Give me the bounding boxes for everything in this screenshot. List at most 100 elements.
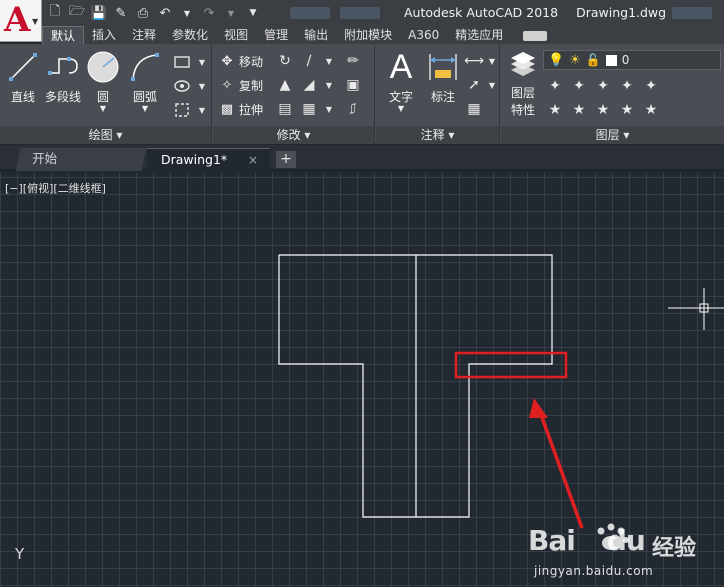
tab-a360[interactable]: A360 [400,26,447,44]
layer-unisolate-icon[interactable]: ★ [569,100,589,120]
layer-properties-button[interactable]: 图层 特性 [503,50,543,118]
polyline-tool-button[interactable]: 多段线 [42,50,84,105]
copy-tool-label: 复制 [239,78,264,93]
chevron-down-icon[interactable]: ▼ [380,105,422,113]
ribbon: 直线 多段线 圆 ▼ 圆弧 ▼ ▼ ▼ ▼ 绘图 ▾ ✥ 移动 ✧ 复制 ▩ 拉… [0,44,724,144]
title-bar: 🗋 🗁 💾 ✎ ⎙ ↶ ▼ ↷ ▼ ▼ Autodesk AutoCAD 201… [0,0,724,26]
layer-off-icon[interactable]: ✦ [545,76,565,96]
close-icon[interactable]: × [248,149,258,171]
redo-dropdown-icon[interactable]: ▼ [222,4,240,22]
region-icon[interactable] [172,100,192,120]
customize-icon[interactable]: ▼ [244,4,262,22]
undo-dropdown-icon[interactable]: ▼ [178,4,196,22]
undo-icon[interactable]: ↶ [156,4,174,22]
chevron-down-icon[interactable]: ▼ [319,99,339,119]
mirror-icon[interactable]: ▲ [275,75,295,95]
circle-icon [86,50,120,84]
layer-unlock-icon[interactable]: ★ [617,100,637,120]
layer-stack-icon [506,50,540,80]
annotation-panel: A 文字 ▼ 标注 ⟷ ▼ ➚ ▼ ▦ 注释 ▾ [376,44,500,144]
ribbon-options-button[interactable] [511,26,555,44]
baidu-watermark: Bai du 经验 jingyan.baidu.com [528,522,718,582]
explode-icon[interactable]: ▣ [343,75,363,95]
tab-home[interactable]: 默认 [42,26,85,44]
line-tool-label: 直线 [10,90,35,104]
layer-match-icon[interactable]: ✦ [641,76,661,96]
erase-icon[interactable]: ✏ [343,51,363,71]
layer-freeze-icon[interactable]: ✦ [593,76,613,96]
trim-icon[interactable]: ∕ [299,51,319,71]
open-icon[interactable]: 🗁 [68,4,86,22]
stretch-tool-button[interactable]: ▩ 拉伸 [219,99,263,119]
chevron-down-icon[interactable]: ▼ [319,51,339,71]
tab-start[interactable]: 开始 [15,148,147,171]
polyline-tool-label: 多段线 [44,90,81,104]
rectangle-icon[interactable] [172,52,192,72]
move-tool-button[interactable]: ✥ 移动 [219,51,263,71]
tab-parametric[interactable]: 参数化 [164,26,216,44]
ucs-y-axis-label: Y [15,545,25,563]
new-icon[interactable]: 🗋 [46,4,64,22]
polyline-icon [46,50,80,84]
offset-icon[interactable]: ⎎ [343,99,363,119]
save-as-icon[interactable]: ✎ [112,4,130,22]
chevron-down-icon[interactable]: ▼ [192,52,212,72]
leader-icon[interactable]: ➚ [464,75,484,95]
copy-tool-button[interactable]: ✧ 复制 [219,75,263,95]
layer-current-icon[interactable]: ★ [641,100,661,120]
tab-output[interactable]: 输出 [296,26,336,44]
chevron-down-icon[interactable]: ▼ [482,51,502,71]
tab-manage[interactable]: 管理 [256,26,296,44]
chevron-down-icon[interactable]: ▼ [192,76,212,96]
layer-on-icon[interactable]: ★ [545,100,565,120]
hatch-icon[interactable] [172,76,192,96]
line-icon [6,50,40,84]
tab-annotate[interactable]: 注释 [124,26,164,44]
chevron-down-icon[interactable]: ▼ [124,105,166,113]
save-icon[interactable]: 💾 [90,4,108,22]
modify-panel-title[interactable]: 修改 ▾ [213,126,374,144]
chevron-down-icon[interactable]: ▼ [192,100,212,120]
draw-panel-title[interactable]: 绘图 ▾ [0,126,211,144]
viewport-controls[interactable]: [−][俯视][二维线框] [5,180,106,196]
tab-featured-apps[interactable]: 精选应用 [447,26,511,44]
text-tool-label: 文字 [388,90,413,104]
autocad-logo-icon: A [4,0,31,40]
tab-drawing1[interactable]: Drawing1* × [147,148,270,171]
array-icon[interactable]: ▦ [299,99,319,119]
layer-properties-label-1: 图层 [510,86,535,100]
layer-thaw-icon[interactable]: ★ [593,100,613,120]
circle-tool-button[interactable]: 圆 ▼ [82,50,124,113]
redo-icon[interactable]: ↷ [200,4,218,22]
chevron-down-icon[interactable]: ▼ [482,75,502,95]
arc-tool-button[interactable]: 圆弧 ▼ [124,50,166,113]
new-tab-button[interactable]: + [276,151,296,168]
lightbulb-icon: 💡 [548,52,565,68]
application-menu-button[interactable]: A ▼ [0,0,42,42]
fillet-icon[interactable]: ◢ [299,75,319,95]
layer-lock-icon[interactable]: ✦ [617,76,637,96]
annotation-panel-title[interactable]: 注释 ▾ [376,126,499,144]
rotate-icon[interactable]: ↻ [275,51,295,71]
text-icon: A [389,47,413,86]
current-layer-name: 0 [621,53,630,67]
layer-dropdown[interactable]: 💡 ☀ 🔓 0 [543,50,721,70]
tab-insert[interactable]: 插入 [84,26,124,44]
chevron-down-icon[interactable]: ▼ [319,75,339,95]
draw-panel: 直线 多段线 圆 ▼ 圆弧 ▼ ▼ ▼ ▼ 绘图 ▾ [0,44,212,144]
line-tool-button[interactable]: 直线 [2,50,44,105]
dimension-icon [426,50,460,84]
layers-panel-title[interactable]: 图层 ▾ [501,126,724,144]
linear-dimension-icon[interactable]: ⟷ [464,51,484,71]
dimension-tool-button[interactable]: 标注 [422,50,464,105]
ribbon-minimize-icon [523,30,548,41]
text-tool-button[interactable]: A 文字 ▼ [380,47,422,113]
table-icon[interactable]: ▦ [464,99,484,119]
modify-panel: ✥ 移动 ✧ 复制 ▩ 拉伸 ↻ ∕ ▼ ✏ ▲ ◢ ▼ ▣ ▤ ▦ ▼ ⎎ 修… [213,44,375,144]
tab-view[interactable]: 视图 [216,26,256,44]
tab-addins[interactable]: 附加模块 [336,26,400,44]
layer-isolate-icon[interactable]: ✦ [569,76,589,96]
scale-icon[interactable]: ▤ [275,99,295,119]
print-icon[interactable]: ⎙ [134,4,152,22]
chevron-down-icon[interactable]: ▼ [82,105,124,113]
